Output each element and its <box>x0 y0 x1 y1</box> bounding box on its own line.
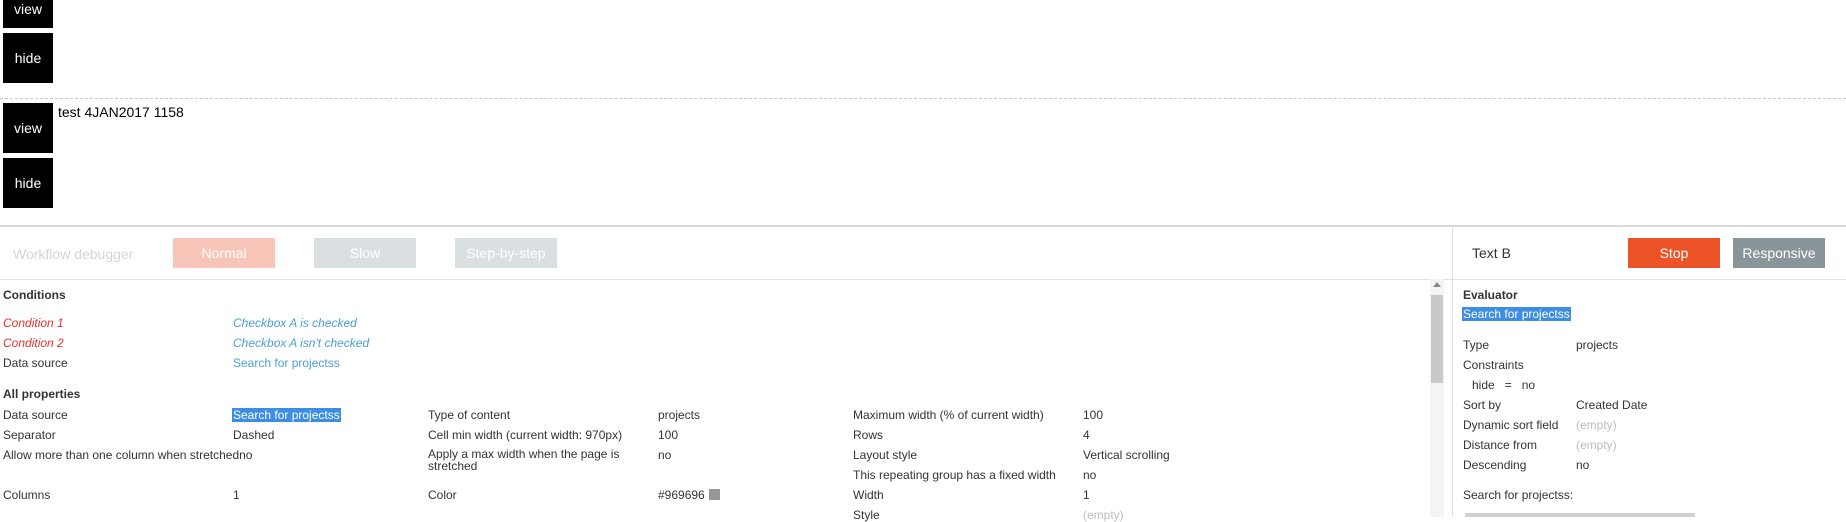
prop-fixed-width-label: This repeating group has a fixed width <box>853 468 1056 482</box>
prop-color-label: Color <box>428 488 457 502</box>
eval-type-label: Type <box>1463 338 1490 352</box>
inspector-divider <box>1453 279 1846 280</box>
evaluator-expression[interactable]: Search for projectss <box>1462 307 1571 321</box>
stop-button[interactable]: Stop <box>1628 238 1720 268</box>
prop-columns-label: Columns <box>3 488 51 502</box>
prop-type-of-content-label: Type of content <box>428 408 511 422</box>
evaluator-title: Evaluator <box>1463 288 1518 302</box>
eval-dynamic-sort-value: (empty) <box>1576 418 1617 432</box>
repeating-group-separator <box>0 98 1846 99</box>
prop-data-source-value[interactable]: Search for projectss <box>232 408 341 422</box>
speed-slow-button[interactable]: Slow <box>314 238 416 268</box>
prop-columns-value: 1 <box>233 488 240 502</box>
prop-max-width-label: Maximum width (% of current width) <box>853 408 1044 422</box>
eval-sort-by-value: Created Date <box>1576 398 1648 412</box>
prop-rows-label: Rows <box>853 428 884 442</box>
scrollbar-thumb[interactable] <box>1431 295 1443 383</box>
condition-2-value[interactable]: Checkbox A isn't checked <box>233 336 369 350</box>
eval-type-value: projects <box>1576 338 1619 352</box>
prop-type-of-content-value: projects <box>658 408 701 422</box>
prop-rows-value: 4 <box>1083 428 1090 442</box>
condition-1-label: Condition 1 <box>3 316 64 330</box>
condition-2-label: Condition 2 <box>3 336 64 350</box>
prop-apply-max-width-value: no <box>658 448 672 462</box>
view-button-1[interactable]: view <box>3 0 53 28</box>
all-properties-title: All properties <box>3 387 81 401</box>
prop-allow-multi-column-label: Allow more than one column when stretche… <box>3 448 253 462</box>
inspector-pane: Text B Stop Responsive Evaluator Search … <box>1453 227 1846 517</box>
eval-descending-label: Descending <box>1463 458 1527 472</box>
eval-footer-label: Search for projectss: <box>1463 488 1574 502</box>
view-button-2[interactable]: view <box>3 103 53 153</box>
inspected-element-name: Text B <box>1472 245 1511 261</box>
prop-apply-max-width-label: Apply a max width when the page is stret… <box>428 447 620 473</box>
prop-separator-value: Dashed <box>233 428 275 442</box>
data-source-value[interactable]: Search for projectss <box>233 356 340 370</box>
prop-width-label: Width <box>853 488 884 502</box>
hide-button-1[interactable]: hide <box>3 33 53 83</box>
responsive-button[interactable]: Responsive <box>1733 238 1825 268</box>
speed-step-button[interactable]: Step-by-step <box>455 238 557 268</box>
eval-distance-from-label: Distance from <box>1463 438 1538 452</box>
eval-distance-from-value: (empty) <box>1576 438 1617 452</box>
prop-color-value: #969696 <box>658 488 720 502</box>
condition-1-value[interactable]: Checkbox A is checked <box>233 316 357 330</box>
data-source-label: Data source <box>3 356 68 370</box>
eval-descending-value: no <box>1576 458 1590 472</box>
color-swatch <box>708 489 720 500</box>
speed-normal-button[interactable]: Normal <box>173 238 275 268</box>
prop-max-width-value: 100 <box>1083 408 1104 422</box>
hide-button-2[interactable]: hide <box>3 158 53 208</box>
debugger-main-pane: Workflow debugger Normal Slow Step-by-st… <box>0 227 1453 522</box>
prop-fixed-width-value: no <box>1083 468 1097 482</box>
prop-style-label: Style <box>853 508 880 522</box>
eval-sort-by-label: Sort by <box>1463 398 1502 412</box>
prop-cell-min-width-value: 100 <box>658 428 679 442</box>
workflow-debugger-label: Workflow debugger <box>13 246 134 262</box>
prop-style-value: (empty) <box>1083 508 1124 522</box>
conditions-title: Conditions <box>3 288 66 302</box>
eval-dynamic-sort-label: Dynamic sort field <box>1463 418 1559 432</box>
eval-constraint-item: hide = no <box>1472 378 1536 392</box>
debugger-toolbar: Workflow debugger Normal Slow Step-by-st… <box>0 227 1452 280</box>
prop-cell-min-width-label: Cell min width (current width: 970px) <box>428 428 623 442</box>
repeating-group-cell-text: test 4JAN2017 1158 <box>58 104 184 120</box>
eval-constraints-label: Constraints <box>1463 358 1524 372</box>
scroll-up-arrow-icon[interactable] <box>1433 282 1441 287</box>
prop-separator-label: Separator <box>3 428 56 442</box>
prop-layout-style-label: Layout style <box>853 448 918 462</box>
prop-width-value: 1 <box>1083 488 1090 502</box>
prop-data-source-label: Data source <box>3 408 68 422</box>
inspector-horizontal-scrollbar[interactable] <box>1465 513 1695 517</box>
prop-layout-style-value: Vertical scrolling <box>1083 448 1170 462</box>
debugger-panel: Workflow debugger Normal Slow Step-by-st… <box>0 225 1846 522</box>
